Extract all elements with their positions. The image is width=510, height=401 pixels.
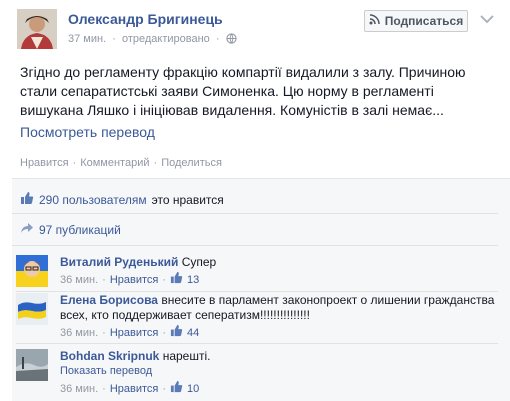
comment-text: Супер bbox=[181, 255, 217, 269]
separator-dot: · bbox=[102, 326, 106, 339]
commenter-avatar[interactable] bbox=[16, 293, 48, 325]
like-link[interactable]: Нравится bbox=[20, 157, 69, 169]
comment-translate-link[interactable]: Показать перевод bbox=[60, 364, 500, 379]
commenter-avatar[interactable] bbox=[16, 255, 48, 287]
post-meta: 37 мин. · отредактировано · bbox=[68, 33, 237, 47]
separator-dot: · bbox=[162, 382, 167, 395]
likes-suffix: это нравится bbox=[151, 192, 224, 207]
divider bbox=[16, 343, 498, 344]
comment-body: Елена Борисова внесите в парламент закон… bbox=[60, 293, 500, 342]
shares-summary[interactable]: 97 публикаций bbox=[20, 222, 121, 237]
thumbs-up-icon bbox=[20, 191, 34, 208]
thumbs-up-icon bbox=[170, 324, 183, 342]
comment-body: Виталий Руденький Супер 36 мин. · Нравит… bbox=[60, 255, 500, 289]
commenter-name[interactable]: Елена Борисова bbox=[60, 293, 158, 307]
see-translation-link[interactable]: Посмотреть перевод bbox=[20, 124, 155, 140]
comment-time[interactable]: 36 мин. bbox=[60, 273, 98, 288]
separator-dot: · bbox=[112, 33, 116, 45]
comment-link[interactable]: Комментарий bbox=[80, 157, 149, 169]
comment-like-link[interactable]: Нравится bbox=[110, 326, 159, 341]
commenter-name[interactable]: Виталий Руденький bbox=[60, 255, 178, 269]
comment-time[interactable]: 36 мин. bbox=[60, 326, 98, 341]
comment-like-count[interactable]: 10 bbox=[187, 382, 199, 397]
comment-meta: 36 мин. · Нравится · 44 bbox=[60, 324, 500, 342]
edited-label[interactable]: отредактировано bbox=[122, 33, 210, 45]
feedback-section: 290 пользователям это нравится 97 публик… bbox=[12, 178, 510, 401]
divider bbox=[16, 291, 498, 292]
post-actions: Нравится · Комментарий · Поделиться bbox=[20, 157, 222, 169]
post-time[interactable]: 37 мин. bbox=[68, 33, 106, 45]
share-link[interactable]: Поделиться bbox=[161, 157, 222, 169]
comment-body: Bohdan Skripnuk нарешті. Показать перево… bbox=[60, 349, 500, 398]
separator-dot: · bbox=[153, 157, 158, 169]
comment-like-count[interactable]: 44 bbox=[187, 326, 199, 341]
globe-icon[interactable] bbox=[225, 33, 237, 47]
separator-dot: · bbox=[215, 33, 220, 45]
separator-dot: · bbox=[162, 326, 167, 339]
author-avatar[interactable] bbox=[17, 9, 57, 49]
comment-meta: 36 мин. · Нравится · 10 bbox=[60, 380, 500, 398]
divider bbox=[12, 213, 498, 214]
commenter-avatar[interactable] bbox=[16, 349, 48, 381]
chevron-down-icon[interactable] bbox=[480, 13, 494, 24]
separator-dot: · bbox=[162, 273, 167, 286]
comment-like-link[interactable]: Нравится bbox=[110, 273, 159, 288]
subscribe-label: Подписаться bbox=[384, 14, 464, 28]
separator-dot: · bbox=[102, 382, 106, 395]
comment-like-link[interactable]: Нравится bbox=[110, 382, 159, 397]
rss-icon bbox=[369, 14, 380, 28]
separator-dot: · bbox=[72, 157, 77, 169]
shares-count: 97 публикаций bbox=[39, 222, 121, 237]
subscribe-button[interactable]: Подписаться bbox=[364, 10, 468, 32]
author-name[interactable]: Олександр Бригинець bbox=[68, 11, 223, 27]
commenter-name[interactable]: Bohdan Skripnuk bbox=[60, 349, 159, 363]
thumbs-up-icon bbox=[170, 380, 183, 398]
thumbs-up-icon bbox=[170, 271, 183, 289]
comment-meta: 36 мин. · Нравится · 13 bbox=[60, 271, 500, 289]
likes-summary: 290 пользователям это нравится bbox=[20, 191, 224, 208]
likes-count-link[interactable]: 290 пользователям bbox=[39, 193, 147, 207]
separator-dot: · bbox=[102, 273, 106, 286]
facebook-post: Олександр Бригинець 37 мин. · отредактир… bbox=[0, 0, 510, 401]
post-text: Згідно до регламенту фракцію компартії в… bbox=[20, 64, 466, 118]
comment-time[interactable]: 36 мин. bbox=[60, 382, 98, 397]
comment-text: нарешті. bbox=[162, 349, 211, 363]
share-icon bbox=[20, 222, 34, 237]
divider bbox=[12, 245, 498, 246]
comment-like-count[interactable]: 13 bbox=[187, 273, 199, 288]
